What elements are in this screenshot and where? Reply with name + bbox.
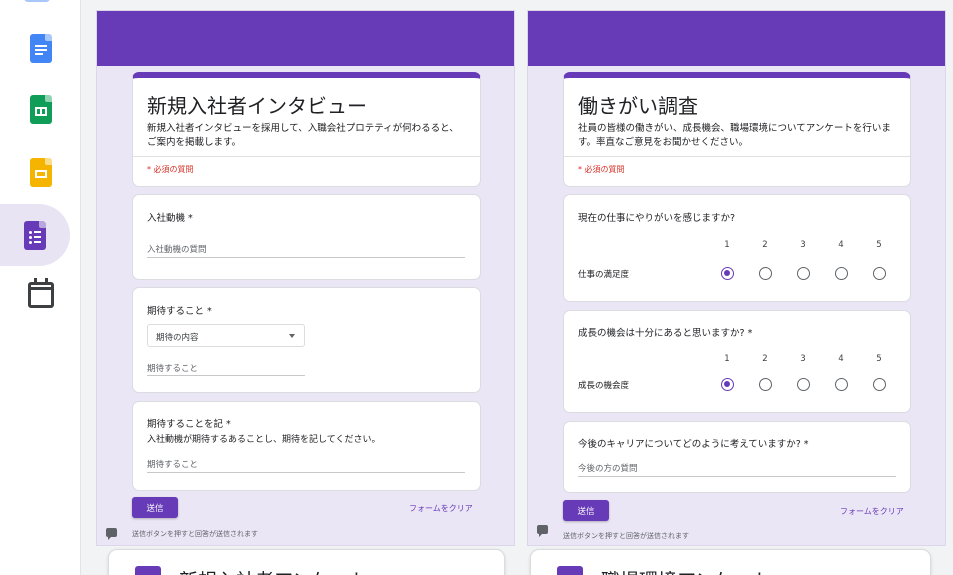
form-header-card: 働きがい調査 社員の皆様の働きがい、成長機会、職場環境についてアンケートを行いま… (563, 72, 911, 187)
short-answer-input[interactable]: 期待すること (147, 458, 198, 470)
radio-option-4[interactable] (835, 378, 848, 391)
form-header-banner (528, 11, 945, 66)
question-title: 入社動機 * (147, 213, 193, 224)
form-title: 新規入社者インタビュー (147, 94, 367, 118)
rail-item-slides[interactable] (0, 141, 81, 203)
radio-option-5[interactable] (873, 267, 886, 280)
radio-option-5[interactable] (873, 378, 886, 391)
slides-icon (29, 157, 52, 187)
scale-question-card: 現在の仕事にやりがいを感じますか? 1 2 3 4 5 仕事の満足度 (563, 194, 911, 302)
question-card: 入社動機 * 入社動機の質問 (132, 194, 481, 280)
forms-icon (135, 566, 161, 575)
required-note: * 必須の質問 (578, 165, 625, 174)
form-card-title: 職場環境アンケート (601, 566, 771, 575)
radio-option-4[interactable] (835, 267, 848, 280)
scale-label: 4 (838, 354, 844, 364)
rail-item-docs[interactable] (0, 17, 81, 79)
scale-row-label: 仕事の満足度 (578, 270, 630, 280)
clear-form-link[interactable]: フォームをクリア (409, 503, 473, 514)
question-title: 期待すること * (147, 306, 212, 317)
footer-notice: 送信ボタンを押すと回答が送信されます (132, 530, 258, 538)
form-header-card: 新規入社者インタビュー 新規入社者インタビューを採用して、入職会社プロテティが何… (132, 72, 481, 187)
form-card-title: 新規入社者アンケート (179, 566, 368, 575)
radio-option-3[interactable] (797, 378, 810, 391)
rail-item-forms[interactable] (0, 204, 70, 266)
scale-label: 1 (724, 240, 730, 250)
form-description: 社員の皆様の働きがい、成長機会、職場環境についてアンケートを行います。率直なご意… (578, 123, 891, 148)
rail-item-calendar[interactable] (0, 264, 81, 326)
scale-label: 1 (724, 354, 730, 364)
submit-button[interactable]: 送信 (563, 500, 609, 521)
calendar-icon (27, 278, 54, 308)
app-rail (0, 0, 81, 575)
scale-label: 4 (838, 240, 844, 250)
scale-row-label: 成長の機会度 (578, 381, 630, 391)
chevron-down-icon (289, 334, 295, 338)
answer-dropdown[interactable]: 期待の内容 (147, 324, 305, 347)
forms-icon (24, 220, 46, 250)
required-note: * 必須の質問 (147, 165, 194, 174)
sheets-icon (29, 94, 52, 124)
form-preview-engagement-survey: 働きがい調査 社員の皆様の働きがい、成長機会、職場環境についてアンケートを行いま… (527, 10, 946, 546)
short-answer-input[interactable]: 期待すること (147, 362, 198, 374)
scale-label: 2 (762, 354, 768, 364)
question-card: 期待すること * 期待の内容 期待すること (132, 287, 481, 393)
feedback-icon[interactable] (106, 528, 117, 540)
dropdown-value: 期待の内容 (156, 333, 199, 343)
form-title: 働きがい調査 (578, 94, 698, 118)
docs-icon (29, 33, 52, 63)
submit-button[interactable]: 送信 (132, 497, 178, 518)
scale-question-card: 成長の機会は十分にあると思いますか? * 1 2 3 4 5 成長の機会度 (563, 310, 911, 413)
scale-label: 3 (800, 354, 806, 364)
short-answer-input[interactable]: 今後の方の質問 (578, 462, 638, 474)
radio-option-2[interactable] (759, 378, 772, 391)
scale-label: 2 (762, 240, 768, 250)
rail-item-sheets[interactable] (0, 78, 81, 140)
radio-option-3[interactable] (797, 267, 810, 280)
clear-form-link[interactable]: フォームをクリア (840, 506, 904, 517)
question-card: 今後のキャリアについてどのように考えていますか? * 今後の方の質問 (563, 421, 911, 493)
question-card: 期待することを記 * 入社動機が期待するあることし、期待を記してください。 期待… (132, 401, 481, 491)
question-title: 成長の機会は十分にあると思いますか? * (578, 328, 753, 339)
radio-option-1[interactable] (721, 378, 734, 391)
question-description: 入社動機が期待するあることし、期待を記してください。 (147, 435, 381, 445)
question-title: 期待することを記 * (147, 419, 231, 430)
form-header-banner (97, 11, 514, 66)
radio-option-2[interactable] (759, 267, 772, 280)
scale-label: 5 (876, 240, 882, 250)
forms-icon (557, 566, 583, 575)
scale-label: 5 (876, 354, 882, 364)
partial-app-icon[interactable] (24, 0, 50, 2)
form-card[interactable]: 新規入社者アンケート (108, 549, 505, 575)
footer-notice: 送信ボタンを押すと回答が送信されます (563, 532, 689, 540)
radio-option-1[interactable] (721, 267, 734, 280)
form-preview-new-hire: 新規入社者インタビュー 新規入社者インタビューを採用して、入職会社プロテティが何… (96, 10, 515, 546)
question-title: 今後のキャリアについてどのように考えていますか? * (578, 439, 809, 450)
form-description: 新規入社者インタビューを採用して、入職会社プロテティが何わるると、ご案内を掲載し… (147, 123, 459, 148)
short-answer-input[interactable]: 入社動機の質問 (147, 243, 207, 255)
question-title: 現在の仕事にやりがいを感じますか? (578, 213, 736, 224)
form-card[interactable]: 職場環境アンケート (530, 549, 931, 575)
scale-label: 3 (800, 240, 806, 250)
feedback-icon[interactable] (537, 525, 548, 537)
